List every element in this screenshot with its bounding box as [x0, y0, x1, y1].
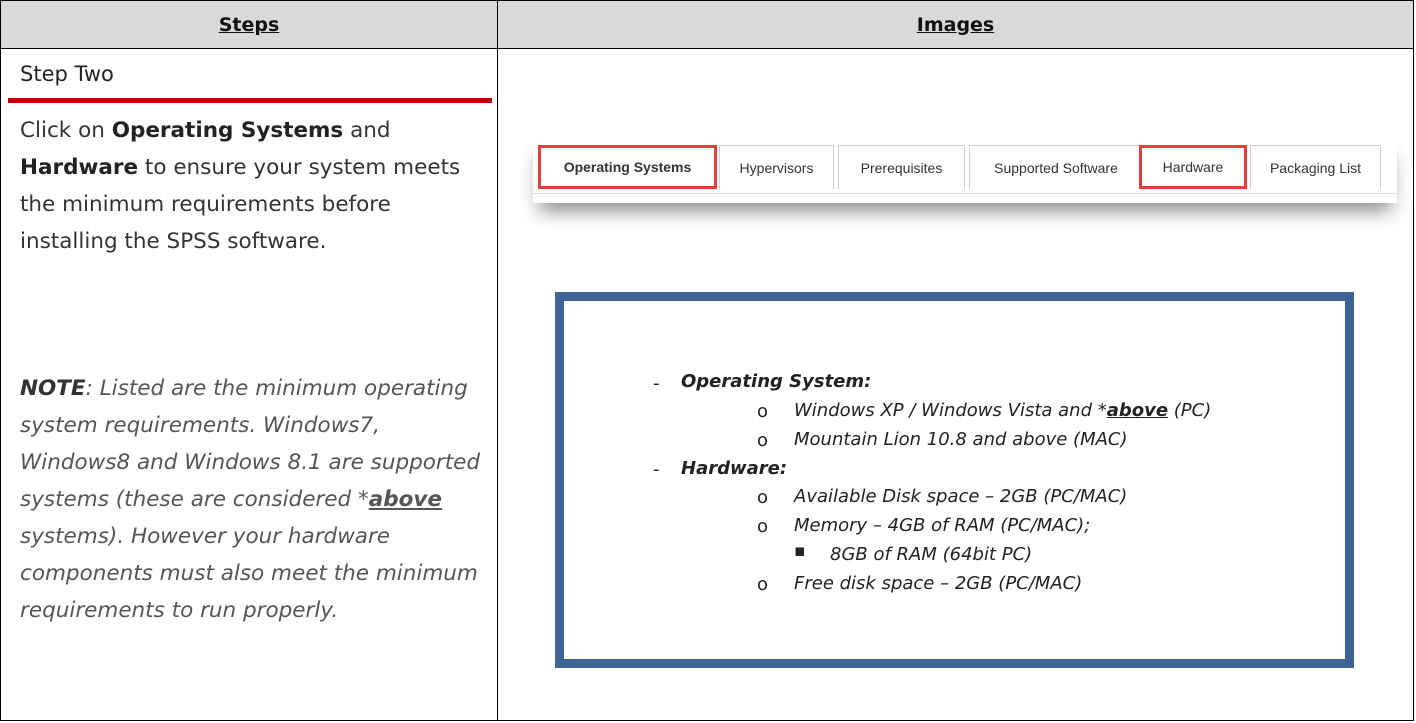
tab-hypervisors[interactable]: Hypervisors: [719, 145, 834, 189]
hw-heading: Hardware:: [681, 458, 788, 479]
hardware-emphasis: Hardware: [20, 155, 139, 180]
os-item-mac: Mountain Lion 10.8 and above (MAC): [794, 429, 1128, 450]
tab-baseline: [533, 193, 1397, 194]
images-header: Images: [498, 1, 1413, 49]
tab-prerequisites[interactable]: Prerequisites: [838, 145, 965, 189]
hw-item-memory: Memory – 4GB of RAM (PC/MAC);: [794, 515, 1091, 536]
operating-systems-emphasis: Operating Systems: [111, 118, 344, 143]
os-item-windows: Windows XP / Windows Vista and *above (P…: [794, 400, 1212, 421]
bullet-marker: o: [757, 487, 769, 508]
step-divider: [8, 98, 492, 103]
tab-bar-screenshot: Operating Systems Hypervisors Prerequisi…: [533, 135, 1397, 203]
tab-packaging-list[interactable]: Packaging List: [1250, 145, 1381, 189]
tab-supported-software[interactable]: Supported Software: [969, 145, 1143, 189]
dash-marker: -: [653, 373, 660, 394]
step-note: NOTE: Listed are the minimum operating s…: [20, 376, 481, 623]
square-marker: ▪: [794, 541, 806, 561]
bullet-marker: o: [757, 574, 769, 595]
step-title: Step Two: [20, 62, 114, 86]
note-label: NOTE: [20, 376, 86, 401]
os-heading: Operating System:: [681, 371, 872, 392]
hw-item-disk: Available Disk space – 2GB (PC/MAC): [794, 486, 1128, 507]
step-description: Click on Operating Systems and Hardware …: [20, 118, 461, 254]
bullet-marker: o: [757, 401, 769, 422]
tab-hardware[interactable]: Hardware: [1139, 145, 1247, 189]
tab-operating-systems[interactable]: Operating Systems: [538, 145, 717, 189]
column-divider: [497, 48, 498, 721]
bullet-marker: o: [757, 516, 769, 537]
steps-header: Steps: [1, 1, 498, 49]
dash-marker: -: [653, 459, 660, 480]
bullet-marker: o: [757, 430, 769, 451]
above-emphasis: above: [368, 487, 443, 512]
hw-item-free: Free disk space – 2GB (PC/MAC): [794, 573, 1083, 594]
hw-item-memory-sub: 8GB of RAM (64bit PC): [830, 544, 1033, 565]
requirements-box: - Operating System: o Windows XP / Windo…: [555, 292, 1354, 668]
